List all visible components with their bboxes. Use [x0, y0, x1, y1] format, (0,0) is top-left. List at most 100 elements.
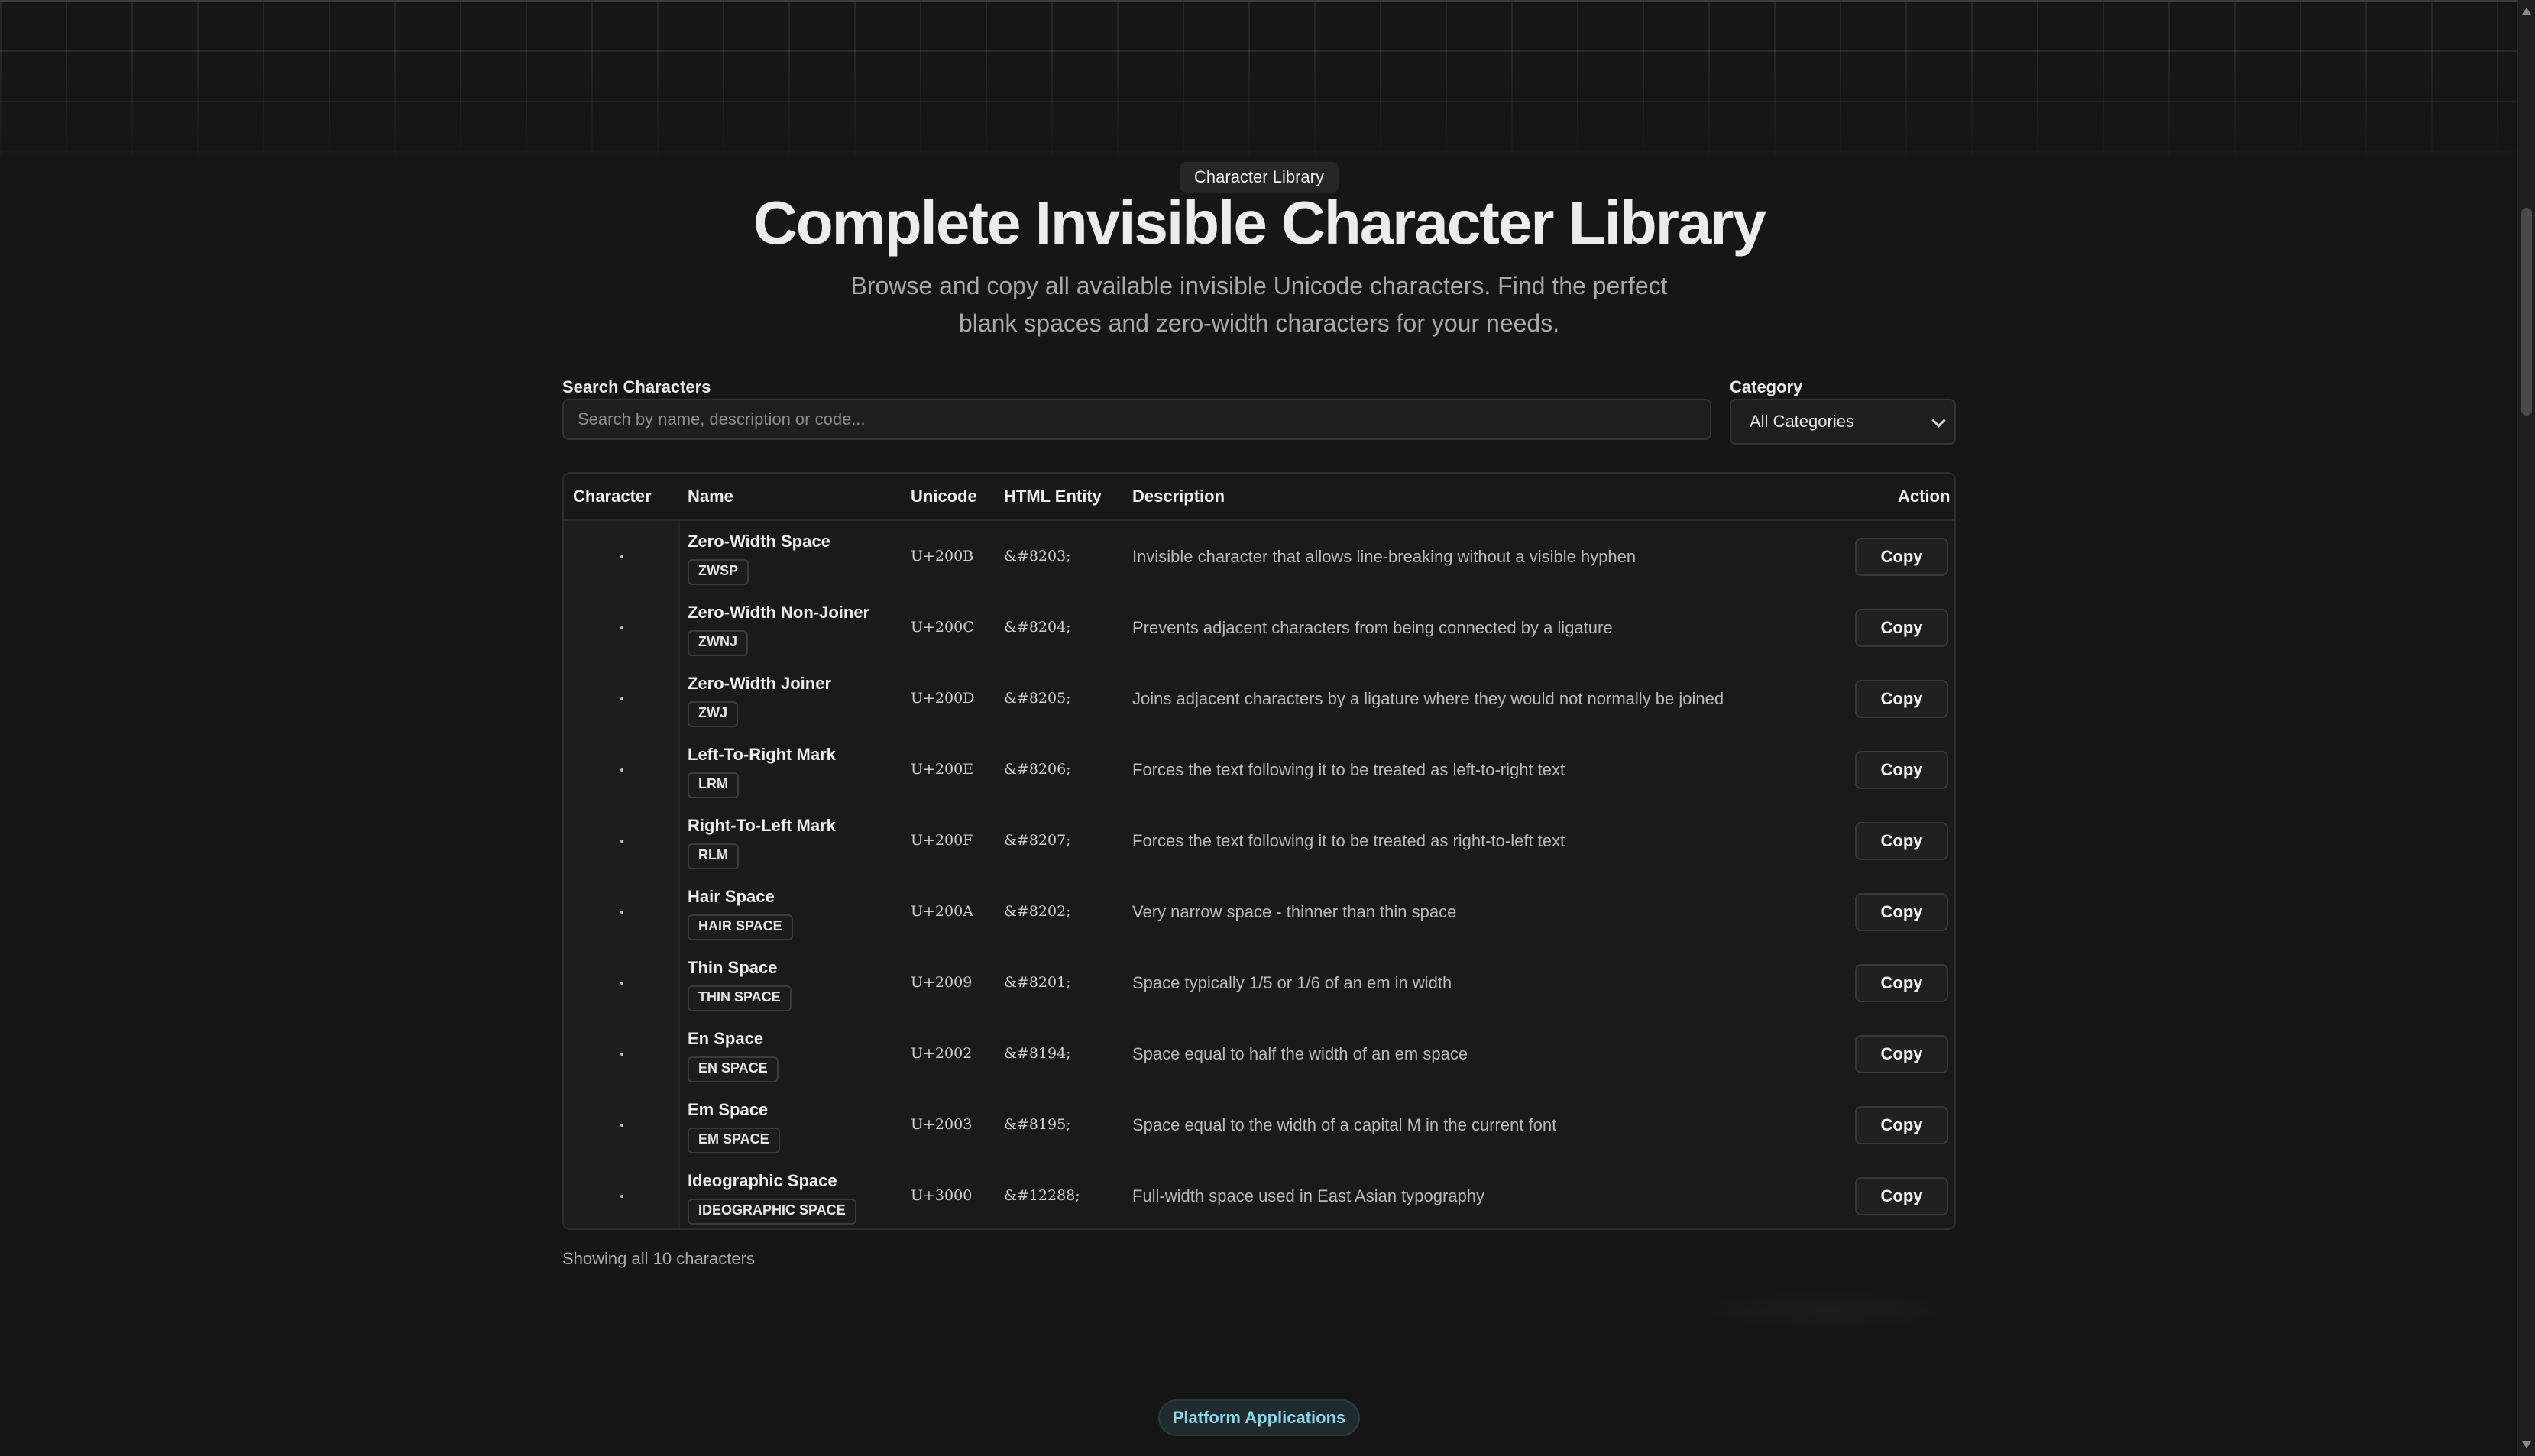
table-row: Hair Space HAIR SPACE U+200A &#8202; Very na…	[564, 876, 1954, 949]
character-table: Character Name Unicode HTML Entity Descr…	[562, 472, 1956, 1230]
table-row: Thin Space THIN SPACE U+2009 &#8201; Space t…	[564, 947, 1954, 1020]
html-entity: &#8205;	[1004, 690, 1071, 707]
header-html-entity: HTML Entity	[1004, 487, 1102, 506]
character-description: Space typically 1/5 or 1/6 of an em in w…	[1132, 973, 1452, 992]
character-cell	[564, 734, 680, 805]
invisible-character-marker	[620, 1195, 623, 1198]
chevron-down-icon	[1931, 413, 1946, 428]
table-row: Right-To-Left Mark RLM U+200F &#8207; Forces…	[564, 805, 1954, 878]
copy-button[interactable]: Copy	[1855, 538, 1948, 576]
character-cell	[564, 521, 680, 592]
character-description: Forces the text following it to be treat…	[1132, 831, 1565, 850]
copy-button[interactable]: Copy	[1855, 1106, 1948, 1144]
character-abbreviation-badge: ZWNJ	[688, 630, 748, 656]
category-label: Category	[1730, 377, 1803, 396]
unicode-code: U+200F	[911, 832, 973, 849]
table-row: Zero-Width Non-Joiner ZWNJ U+200C &#8204; Pr…	[564, 592, 1954, 665]
character-abbreviation-badge: EN SPACE	[688, 1056, 779, 1082]
invisible-character-marker	[620, 697, 623, 700]
table-row: Zero-Width Joiner ZWJ U+200D &#8205; Joins a…	[564, 663, 1954, 736]
character-abbreviation-badge: IDEOGRAPHIC SPACE	[688, 1199, 856, 1225]
header-unicode: Unicode	[911, 487, 977, 506]
character-description: Joins adjacent characters by a ligature …	[1132, 689, 1724, 708]
character-name: En Space	[688, 1029, 764, 1048]
character-abbreviation-badge: HAIR SPACE	[688, 914, 793, 940]
html-entity: &#8206;	[1004, 761, 1071, 778]
character-cell	[564, 1089, 680, 1160]
unicode-code: U+200E	[911, 761, 974, 778]
copy-button[interactable]: Copy	[1855, 1035, 1948, 1073]
character-name: Thin Space	[688, 958, 778, 977]
invisible-character-marker	[620, 768, 623, 772]
unicode-code: U+2009	[911, 974, 973, 991]
invisible-character-marker	[620, 1053, 623, 1056]
character-description: Space equal to the width of a capital M …	[1132, 1115, 1557, 1134]
copy-button[interactable]: Copy	[1855, 751, 1948, 789]
html-entity: &#8201;	[1004, 974, 1071, 991]
character-cell	[564, 876, 680, 947]
invisible-character-marker	[620, 840, 623, 843]
unicode-code: U+2003	[911, 1116, 973, 1133]
character-cell	[564, 663, 680, 734]
search-label: Search Characters	[562, 377, 711, 396]
copy-button[interactable]: Copy	[1855, 964, 1948, 1002]
grid-background	[0, 0, 2518, 157]
table-row: Zero-Width Space ZWSP U+200B &#8203; Invisib…	[564, 521, 1954, 594]
html-entity: &#8207;	[1004, 832, 1071, 849]
search-input[interactable]	[562, 399, 1711, 440]
platform-applications-badge[interactable]: Platform Applications	[1158, 1399, 1360, 1436]
character-description: Very narrow space - thinner than thin sp…	[1132, 902, 1457, 921]
vertical-scrollbar[interactable]	[2517, 0, 2535, 1456]
table-header: Character Name Unicode HTML Entity Descr…	[564, 474, 1954, 521]
category-select[interactable]: All Categories	[1730, 399, 1956, 445]
header-name: Name	[688, 487, 733, 506]
character-cell	[564, 592, 680, 663]
invisible-character-marker	[620, 555, 623, 558]
html-entity: &#8194;	[1004, 1045, 1071, 1062]
html-entity: &#12288;	[1004, 1187, 1080, 1204]
character-abbreviation-badge: EM SPACE	[688, 1128, 780, 1153]
character-description: Prevents adjacent characters from being …	[1132, 618, 1613, 637]
character-name: Zero-Width Non-Joiner	[688, 603, 870, 622]
invisible-character-marker	[620, 1124, 623, 1127]
scroll-up-arrow-icon[interactable]	[2522, 8, 2531, 15]
html-entity: &#8204;	[1004, 619, 1071, 636]
page-title: Complete Invisible Character Library	[753, 189, 1766, 257]
copy-button[interactable]: Copy	[1855, 1177, 1948, 1215]
top-border	[0, 0, 2518, 2]
result-count: Showing all 10 characters	[562, 1249, 755, 1268]
character-cell	[564, 947, 680, 1018]
character-abbreviation-badge: ZWSP	[688, 559, 749, 585]
table-row: Em Space EM SPACE U+2003 &#8195; Space equal…	[564, 1089, 1954, 1162]
unicode-code: U+3000	[911, 1187, 973, 1204]
character-description: Invisible character that allows line-bre…	[1132, 547, 1637, 566]
html-entity: &#8203;	[1004, 548, 1071, 565]
copy-button[interactable]: Copy	[1855, 893, 1948, 931]
table-row: Ideographic Space IDEOGRAPHIC SPACE U+3000…	[564, 1160, 1954, 1228]
copy-button[interactable]: Copy	[1855, 609, 1948, 647]
scrollbar-thumb[interactable]	[2521, 208, 2532, 416]
unicode-code: U+2002	[911, 1045, 973, 1062]
character-description: Full-width space used in East Asian typo…	[1132, 1186, 1485, 1205]
character-cell	[564, 1160, 680, 1228]
character-abbreviation-badge: ZWJ	[688, 701, 738, 727]
character-name: Left-To-Right Mark	[688, 745, 836, 764]
scroll-down-arrow-icon[interactable]	[2522, 1441, 2531, 1448]
character-name: Zero-Width Space	[688, 532, 830, 551]
character-name: Zero-Width Joiner	[688, 674, 832, 693]
page: Character Library Complete Invisible Cha…	[0, 0, 2518, 1456]
page-subtitle: Browse and copy all available invisible …	[850, 272, 1668, 337]
header-action: Action	[1898, 487, 1951, 506]
header-description: Description	[1132, 487, 1225, 506]
invisible-character-marker	[620, 911, 623, 914]
character-description: Forces the text following it to be treat…	[1132, 760, 1565, 779]
copy-button[interactable]: Copy	[1855, 822, 1948, 860]
unicode-code: U+200B	[911, 548, 974, 565]
table-row: En Space EN SPACE U+2002 &#8194; Space equal…	[564, 1018, 1954, 1091]
copy-button[interactable]: Copy	[1855, 680, 1948, 718]
character-abbreviation-badge: RLM	[688, 843, 739, 869]
character-name: Right-To-Left Mark	[688, 816, 836, 835]
character-name: Ideographic Space	[688, 1171, 837, 1190]
decorative-glow	[1696, 1291, 1956, 1329]
character-name: Hair Space	[688, 887, 775, 906]
